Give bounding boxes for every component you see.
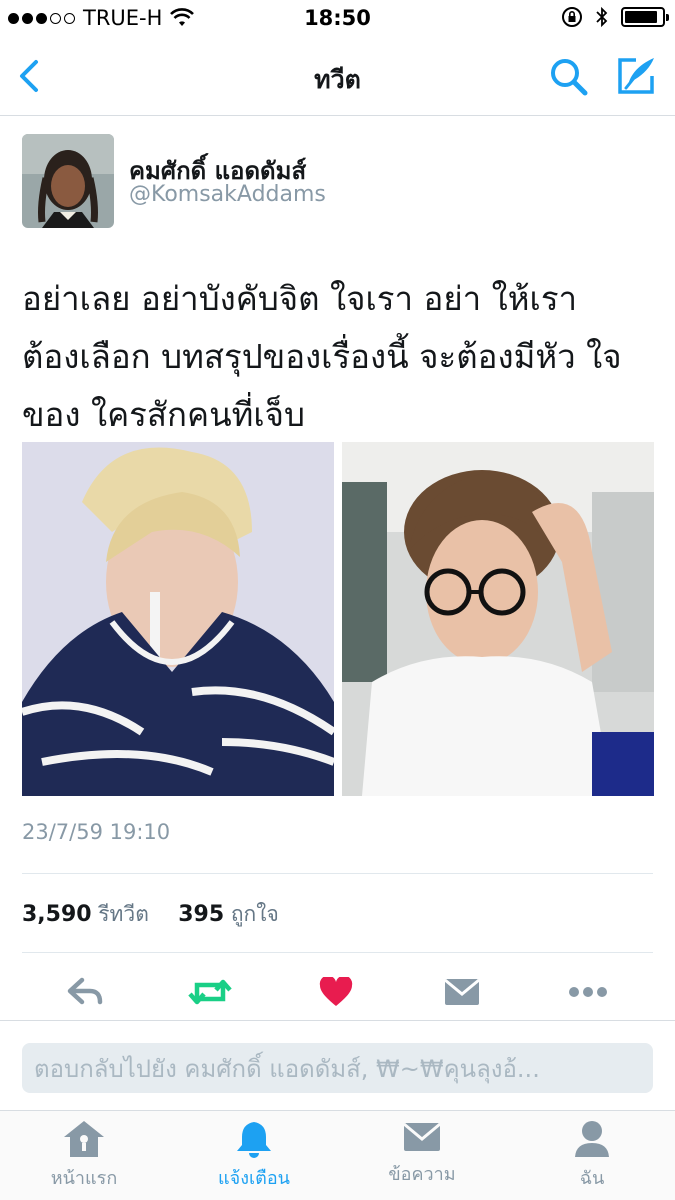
tweet-stats: 3,590 รีทวีต 395 ถูกใจ [22,898,279,931]
tweet-actions [0,966,675,1018]
more-options-button[interactable] [566,974,610,1010]
tab-bar: หน้าแรก แจ้งเตือน ข้อความ ฉัน [0,1110,675,1200]
tweet-photo-1[interactable] [22,442,334,796]
search-button[interactable] [548,56,590,98]
tab-label: หน้าแรก [50,1168,118,1189]
search-icon [551,59,588,96]
status-bar: TRUE-H 18:50 [0,0,675,38]
navigation-bar: ทวีต [0,38,675,116]
compose-tweet-button[interactable] [614,54,658,98]
like-count[interactable]: 395 [178,902,224,927]
divider [22,952,653,953]
more-icon [569,987,607,997]
bluetooth-icon [596,6,608,28]
tab-notifications[interactable]: แจ้งเตือน [184,1119,324,1199]
compose-icon [618,58,654,94]
profile-photo [22,134,114,228]
tweet-text-line: อย่าเลย อย่าบังคับจิต ใจเรา อย่า ให้เรา [22,279,578,318]
envelope-icon [444,978,480,1005]
tab-messages[interactable]: ข้อความ [352,1119,492,1199]
retweet-label[interactable]: รีทวีต [98,902,149,926]
like-button[interactable] [314,974,358,1010]
tweet-text-line: ต้องเลือก บทสรุปของเรื่องนี้ จะต้องมีหัว… [22,337,622,376]
user-handle[interactable]: @KomsakAddams [129,182,326,207]
person-icon [575,1121,609,1157]
tweet-text-line: ของ ใครสักคนที่เจ็บ [22,395,305,434]
tab-me[interactable]: ฉัน [522,1119,662,1199]
avatar[interactable] [22,134,114,228]
reply-icon [67,977,103,1005]
photo-image [22,442,334,796]
divider [22,873,653,874]
tab-home[interactable]: หน้าแรก [14,1119,154,1199]
tweet-photo-2[interactable] [342,442,654,796]
retweet-button[interactable] [188,974,232,1010]
reply-button[interactable] [64,974,108,1010]
battery-icon [621,7,669,27]
reply-composer: ตอบกลับไปยัง คมศักดิ์ แอดดัมส์, ₩~₩คุนลุ… [0,1020,675,1110]
tab-label: แจ้งเตือน [218,1168,290,1189]
retweet-count[interactable]: 3,590 [22,902,92,927]
envelope-icon [403,1122,441,1151]
battery-level [625,11,658,23]
direct-message-button[interactable] [440,974,484,1010]
tab-label: ฉัน [579,1168,605,1189]
bell-icon [237,1122,271,1158]
home-icon [64,1121,104,1157]
like-label[interactable]: ถูกใจ [231,902,279,926]
status-right [561,6,669,28]
photo-image [342,442,654,796]
rotation-lock-icon [562,7,582,27]
tab-label: ข้อความ [388,1164,456,1185]
retweet-icon [188,979,232,1005]
tweet-timestamp: 23/7/59 19:10 [22,820,171,844]
heart-icon [319,977,353,1006]
tweet-text: อย่าเลย อย่าบังคับจิต ใจเรา อย่า ให้เรา … [22,270,662,444]
reply-input[interactable]: ตอบกลับไปยัง คมศักดิ์ แอดดัมส์, ₩~₩คุนลุ… [22,1043,653,1093]
